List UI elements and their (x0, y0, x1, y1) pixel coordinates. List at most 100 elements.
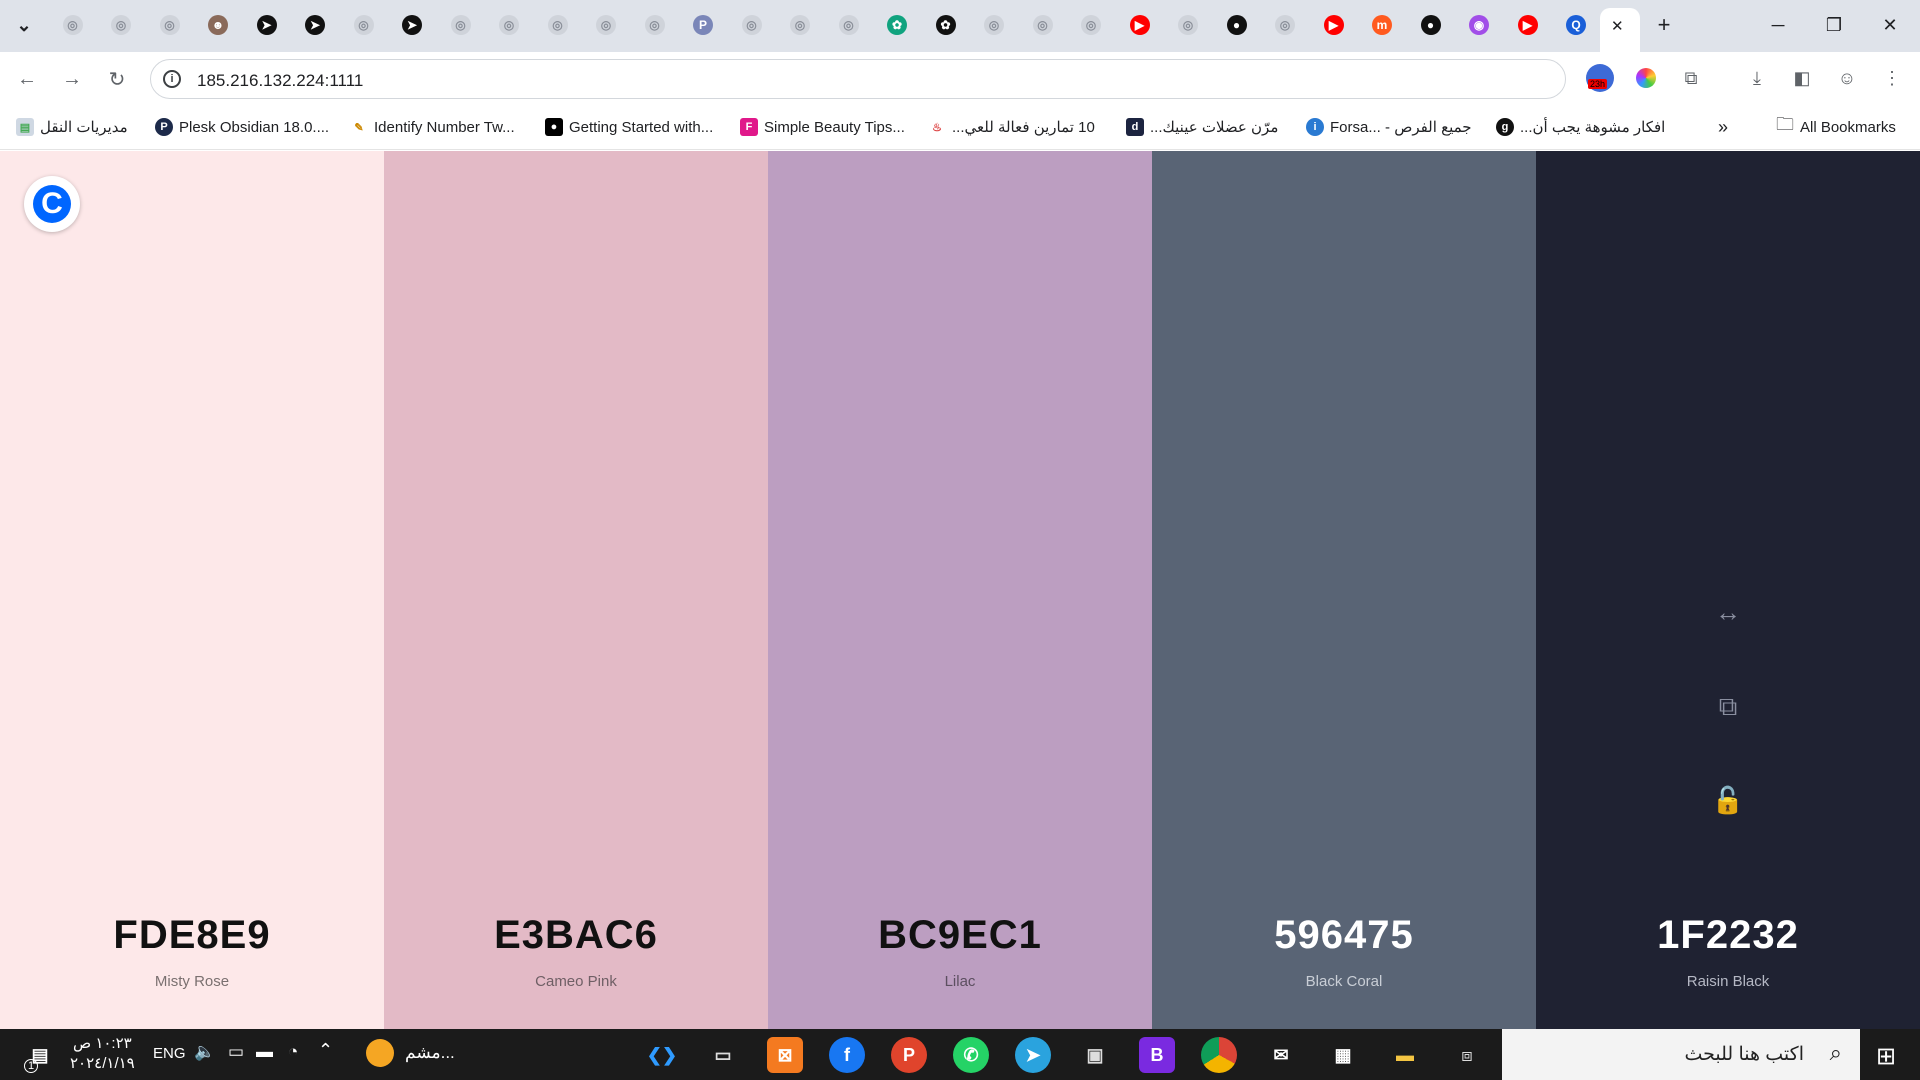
minimize-button[interactable]: ─ (1758, 10, 1798, 40)
bookmark-item[interactable]: d مرّن عضلات عينيك... (1126, 117, 1278, 137)
tab[interactable]: ◎ (352, 13, 376, 37)
taskbar-search[interactable]: اكتب هنا للبحث ⌕ (1502, 1029, 1860, 1080)
tab[interactable]: ➤ (255, 13, 279, 37)
tab[interactable]: P (691, 13, 715, 37)
telegram-icon[interactable]: ➤ (1015, 1037, 1051, 1073)
browser-menu-icon[interactable]: ⋮ (1878, 64, 1906, 92)
terminal-icon[interactable]: ▭ (705, 1037, 741, 1073)
drag-arrows-icon[interactable]: ↔ (1536, 597, 1920, 628)
back-button[interactable]: ← (12, 64, 42, 94)
windows-start-icon[interactable]: ⊞ (1876, 1042, 1896, 1071)
forward-button[interactable]: → (57, 64, 87, 94)
tab[interactable]: ◎ (643, 13, 667, 37)
task-view-icon[interactable]: ⧈ (1449, 1037, 1485, 1073)
notifications-icon[interactable]: ▤ 1 (22, 1037, 58, 1073)
vscode-icon[interactable]: ❮❯ (644, 1037, 680, 1073)
color-swatch-column[interactable]: BC9EC1 Lilac (768, 151, 1152, 1029)
bookmark-item[interactable]: ▤ مديريات النقل (16, 117, 128, 137)
app-logo[interactable]: C (24, 176, 80, 232)
clock[interactable]: ١٠:٢٣ ص ٢٠٢٤/١/١٩ (70, 1034, 135, 1074)
weather-text[interactable]: مشم... (405, 1043, 455, 1063)
tab[interactable]: ▶ (1322, 13, 1346, 37)
extension-timer-icon[interactable]: 23h (1586, 64, 1614, 92)
extensions-puzzle-icon[interactable]: ⧉ (1677, 64, 1705, 92)
tab[interactable]: ◎ (788, 13, 812, 37)
close-window-button[interactable]: ✕ (1870, 10, 1910, 40)
tab[interactable]: ◎ (837, 13, 861, 37)
meet-now-icon[interactable]: ▭ (228, 1042, 244, 1062)
tab[interactable]: ▶ (1128, 13, 1152, 37)
tab[interactable]: ◎ (1079, 13, 1103, 37)
color-hex-code[interactable]: 1F2232 (1536, 913, 1920, 958)
tab[interactable]: ● (1225, 13, 1249, 37)
color-picker-extension-icon[interactable] (1632, 64, 1660, 92)
tab[interactable]: ◎ (740, 13, 764, 37)
tab[interactable]: ✿ (934, 13, 958, 37)
store-icon[interactable]: ▦ (1325, 1037, 1361, 1073)
tab[interactable]: ✿ (885, 13, 909, 37)
color-swatch-column[interactable]: FDE8E9 Misty Rose (0, 151, 384, 1029)
bookmark-item[interactable]: g افكار مشوهة يجب أن... (1496, 117, 1665, 137)
color-hex-code[interactable]: FDE8E9 (0, 913, 384, 958)
xampp-icon[interactable]: ⊠ (767, 1037, 803, 1073)
bootstrap-studio-icon[interactable]: B (1139, 1037, 1175, 1073)
color-hex-code[interactable]: BC9EC1 (768, 913, 1152, 958)
tab[interactable]: ◎ (1273, 13, 1297, 37)
tab[interactable]: ◉ (1467, 13, 1491, 37)
tab[interactable]: ➤ (400, 13, 424, 37)
bookmark-item[interactable]: i Forsa... - جميع الفرص (1306, 117, 1472, 137)
tab[interactable]: ◎ (1176, 13, 1200, 37)
tab[interactable]: ☻ (206, 13, 230, 37)
color-hex-code[interactable]: 596475 (1152, 913, 1536, 958)
tab[interactable]: ◎ (546, 13, 570, 37)
new-tab-button[interactable]: + (1652, 12, 1676, 37)
tab[interactable]: ● (1419, 13, 1443, 37)
whatsapp-icon[interactable]: ✆ (953, 1037, 989, 1073)
battery-icon[interactable]: ▬ (256, 1042, 273, 1062)
reload-button[interactable]: ↻ (102, 64, 132, 94)
color-swatch-column[interactable]: 1F2232 Raisin Black ↔ ⧉ 🔓 (1536, 151, 1920, 1029)
more-bookmarks-icon[interactable]: » (1718, 117, 1728, 137)
color-hex-code[interactable]: E3BAC6 (384, 913, 768, 958)
show-hidden-icons-chevron-icon[interactable]: ⌃ (318, 1040, 333, 1061)
tab[interactable]: ◎ (61, 13, 85, 37)
mail-icon[interactable]: ✉ (1263, 1037, 1299, 1073)
restore-button[interactable]: ❐ (1814, 10, 1854, 40)
chrome-icon[interactable] (1201, 1037, 1237, 1073)
wifi-icon[interactable]: ◔ (288, 1042, 298, 1062)
bookmark-item[interactable]: P Plesk Obsidian 18.0.... (155, 117, 329, 137)
tab[interactable]: ◎ (109, 13, 133, 37)
reader-app-icon[interactable]: ▣ (1077, 1037, 1113, 1073)
tab[interactable]: Q (1564, 13, 1588, 37)
facebook-icon[interactable]: f (829, 1037, 865, 1073)
tab[interactable]: ◎ (1031, 13, 1055, 37)
color-swatch-column[interactable]: E3BAC6 Cameo Pink (384, 151, 768, 1029)
copy-icon[interactable]: ⧉ (1536, 691, 1920, 723)
bookmark-item[interactable]: ♨ 10 تمارين فعالة للعي... (928, 117, 1095, 137)
download-icon[interactable]: ⤓ (1743, 64, 1771, 92)
side-panel-icon[interactable]: ◧ (1788, 64, 1816, 92)
bookmark-item[interactable]: F Simple Beauty Tips... (740, 117, 905, 137)
language-indicator[interactable]: ENG (153, 1045, 186, 1062)
bookmark-item[interactable]: ● Getting Started with... (545, 117, 713, 137)
tab[interactable]: ◎ (158, 13, 182, 37)
color-swatch-column[interactable]: 596475 Black Coral (1152, 151, 1536, 1029)
profile-avatar[interactable]: ☺ (1833, 64, 1861, 92)
unlock-icon[interactable]: 🔓 (1536, 785, 1920, 816)
weather-icon[interactable] (366, 1039, 394, 1067)
tab[interactable]: ◎ (497, 13, 521, 37)
all-bookmarks-button[interactable]: 🗀 All Bookmarks (1776, 114, 1896, 137)
address-bar[interactable]: i 185.216.132.224:1111 (150, 59, 1566, 99)
tab-search-button[interactable]: ⌄ (12, 13, 36, 37)
tab[interactable]: ▶ (1516, 13, 1540, 37)
postman-icon[interactable]: P (891, 1037, 927, 1073)
close-tab-icon[interactable]: ✕ (1611, 17, 1624, 35)
url-text[interactable]: 185.216.132.224:1111 (197, 71, 363, 91)
active-tab[interactable]: ✕ (1600, 8, 1640, 52)
site-info-icon[interactable]: i (163, 70, 181, 88)
tab[interactable]: ◎ (594, 13, 618, 37)
tab[interactable]: m (1370, 13, 1394, 37)
file-explorer-icon[interactable]: ▬ (1387, 1037, 1423, 1073)
bookmark-item[interactable]: ✎ Identify Number Tw... (350, 117, 515, 137)
tab[interactable]: ◎ (449, 13, 473, 37)
